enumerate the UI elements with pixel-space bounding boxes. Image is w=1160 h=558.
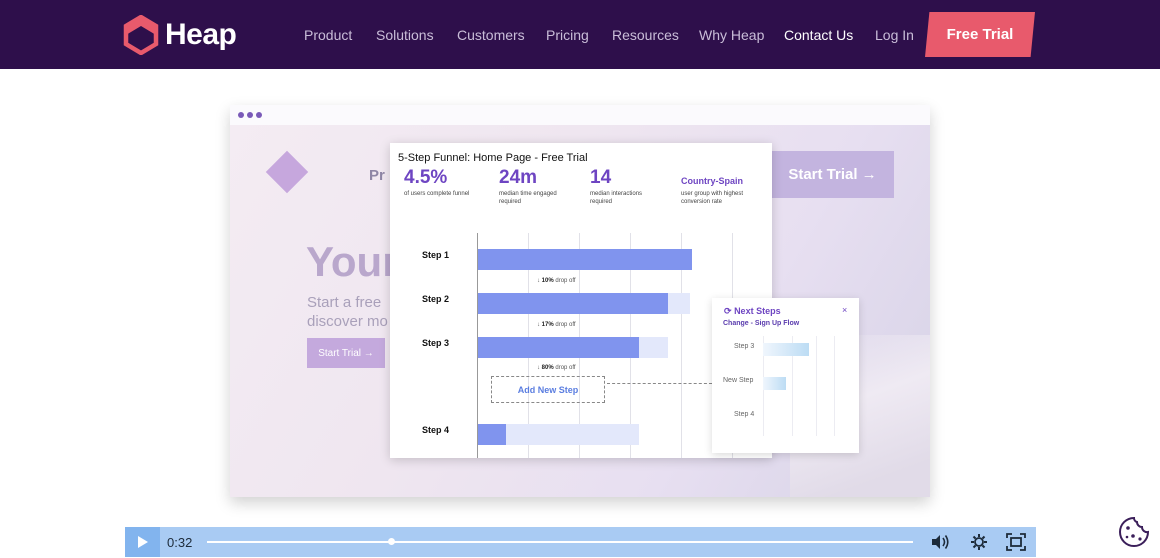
bg-start-trial-small: Start Trial → <box>307 338 385 368</box>
stat-value: 24m <box>499 167 538 188</box>
grid-line <box>834 336 835 436</box>
nav-product[interactable]: Product <box>304 27 352 43</box>
window-dot <box>256 112 262 118</box>
volume-icon[interactable] <box>929 532 951 552</box>
country-desc: user group with highest conversion rate <box>681 191 744 205</box>
step-label: Step 3 <box>422 338 450 348</box>
drop-off-label: ↓ 80% drop off <box>537 365 576 371</box>
next-steps-icon: ⟳ <box>724 306 732 316</box>
stat-desc: median interactions required <box>590 191 643 205</box>
bg-subtext-line1: Start a free <box>307 294 382 311</box>
close-icon[interactable]: × <box>842 305 847 315</box>
drop-off-text: drop off <box>555 278 576 284</box>
drop-off-pct: 80% <box>541 365 554 371</box>
progress-handle[interactable] <box>387 538 395 545</box>
free-trial-button[interactable]: Free Trial <box>925 12 1035 57</box>
grid-line <box>816 336 817 436</box>
next-step-label: New Step <box>723 377 754 384</box>
diamond-logo-icon <box>265 150 309 194</box>
next-step-bar <box>763 377 786 390</box>
play-icon <box>137 536 148 548</box>
next-steps-title-text: Next Steps <box>734 306 781 316</box>
next-steps-panel: ⟳ Next Steps Change - Sign Up Flow × Ste… <box>712 298 859 453</box>
step-label: Step 1 <box>422 250 450 260</box>
cookie-icon[interactable] <box>1117 515 1151 549</box>
drop-off-text: drop off <box>555 322 576 328</box>
add-new-step-button[interactable]: Add New Step <box>491 376 605 403</box>
fullscreen-icon[interactable] <box>1005 532 1027 552</box>
funnel-title: 5-Step Funnel: Home Page - Free Trial <box>398 152 588 164</box>
current-time: 0:32 <box>167 535 193 550</box>
drop-off-pct: 17% <box>541 322 554 328</box>
heap-logo[interactable]: Heap <box>123 15 237 55</box>
next-step-label: Step 3 <box>734 343 755 350</box>
bg-heading: Your <box>306 238 399 285</box>
bg-text-fragment: Pr <box>369 167 385 184</box>
bg-subtext-line2: discover mo <box>307 313 388 330</box>
progress-fill <box>207 541 391 543</box>
window-dot <box>247 112 253 118</box>
stat-desc: of users complete funnel <box>404 191 470 197</box>
step-label: Step 2 <box>422 294 450 304</box>
nav-log-in[interactable]: Log In <box>875 27 914 43</box>
stat-desc: median time engaged required <box>499 191 557 205</box>
progress-bar[interactable] <box>207 538 913 545</box>
play-button[interactable] <box>125 527 160 557</box>
step-label: Step 4 <box>422 425 450 435</box>
drop-off-text: drop off <box>555 365 576 371</box>
next-steps-title: ⟳ Next Steps <box>724 306 781 317</box>
next-steps-subtitle: Change - Sign Up Flow <box>723 320 800 327</box>
drop-off-label: ↓ 17% drop off <box>537 322 576 328</box>
bg-start-trial-large: Start Trial → <box>771 151 894 198</box>
nav-resources[interactable]: Resources <box>612 27 679 43</box>
stat-value: 4.5% <box>404 167 448 188</box>
brand-name: Heap <box>165 18 237 51</box>
funnel-bar[interactable] <box>478 424 506 445</box>
video-controls: 0:32 <box>125 527 1036 557</box>
top-navigation: Heap Product Solutions Customers Pricing… <box>0 0 1160 69</box>
funnel-bar[interactable] <box>478 337 639 358</box>
funnel-bar[interactable] <box>478 249 692 270</box>
dashed-connector <box>607 383 712 384</box>
nav-pricing[interactable]: Pricing <box>546 27 589 43</box>
nav-solutions[interactable]: Solutions <box>376 27 434 43</box>
heap-logo-icon <box>123 15 159 55</box>
nav-why-heap[interactable]: Why Heap <box>699 27 764 43</box>
next-step-label: Step 4 <box>734 411 755 418</box>
window-dot <box>238 112 244 118</box>
settings-icon[interactable] <box>968 532 990 552</box>
nav-contact-us[interactable]: Contact Us <box>784 27 853 43</box>
country-value: Country-Spain <box>681 176 743 186</box>
browser-bar <box>230 105 930 125</box>
stat-value: 14 <box>590 167 612 188</box>
drop-off-label: ↓ 10% drop off <box>537 278 576 284</box>
next-step-bar <box>763 343 810 356</box>
nav-customers[interactable]: Customers <box>457 27 525 43</box>
drop-off-pct: 10% <box>541 278 554 284</box>
funnel-bar[interactable] <box>478 293 669 314</box>
video-frame[interactable]: Pr Your Start a free discover mo Start T… <box>230 105 930 497</box>
